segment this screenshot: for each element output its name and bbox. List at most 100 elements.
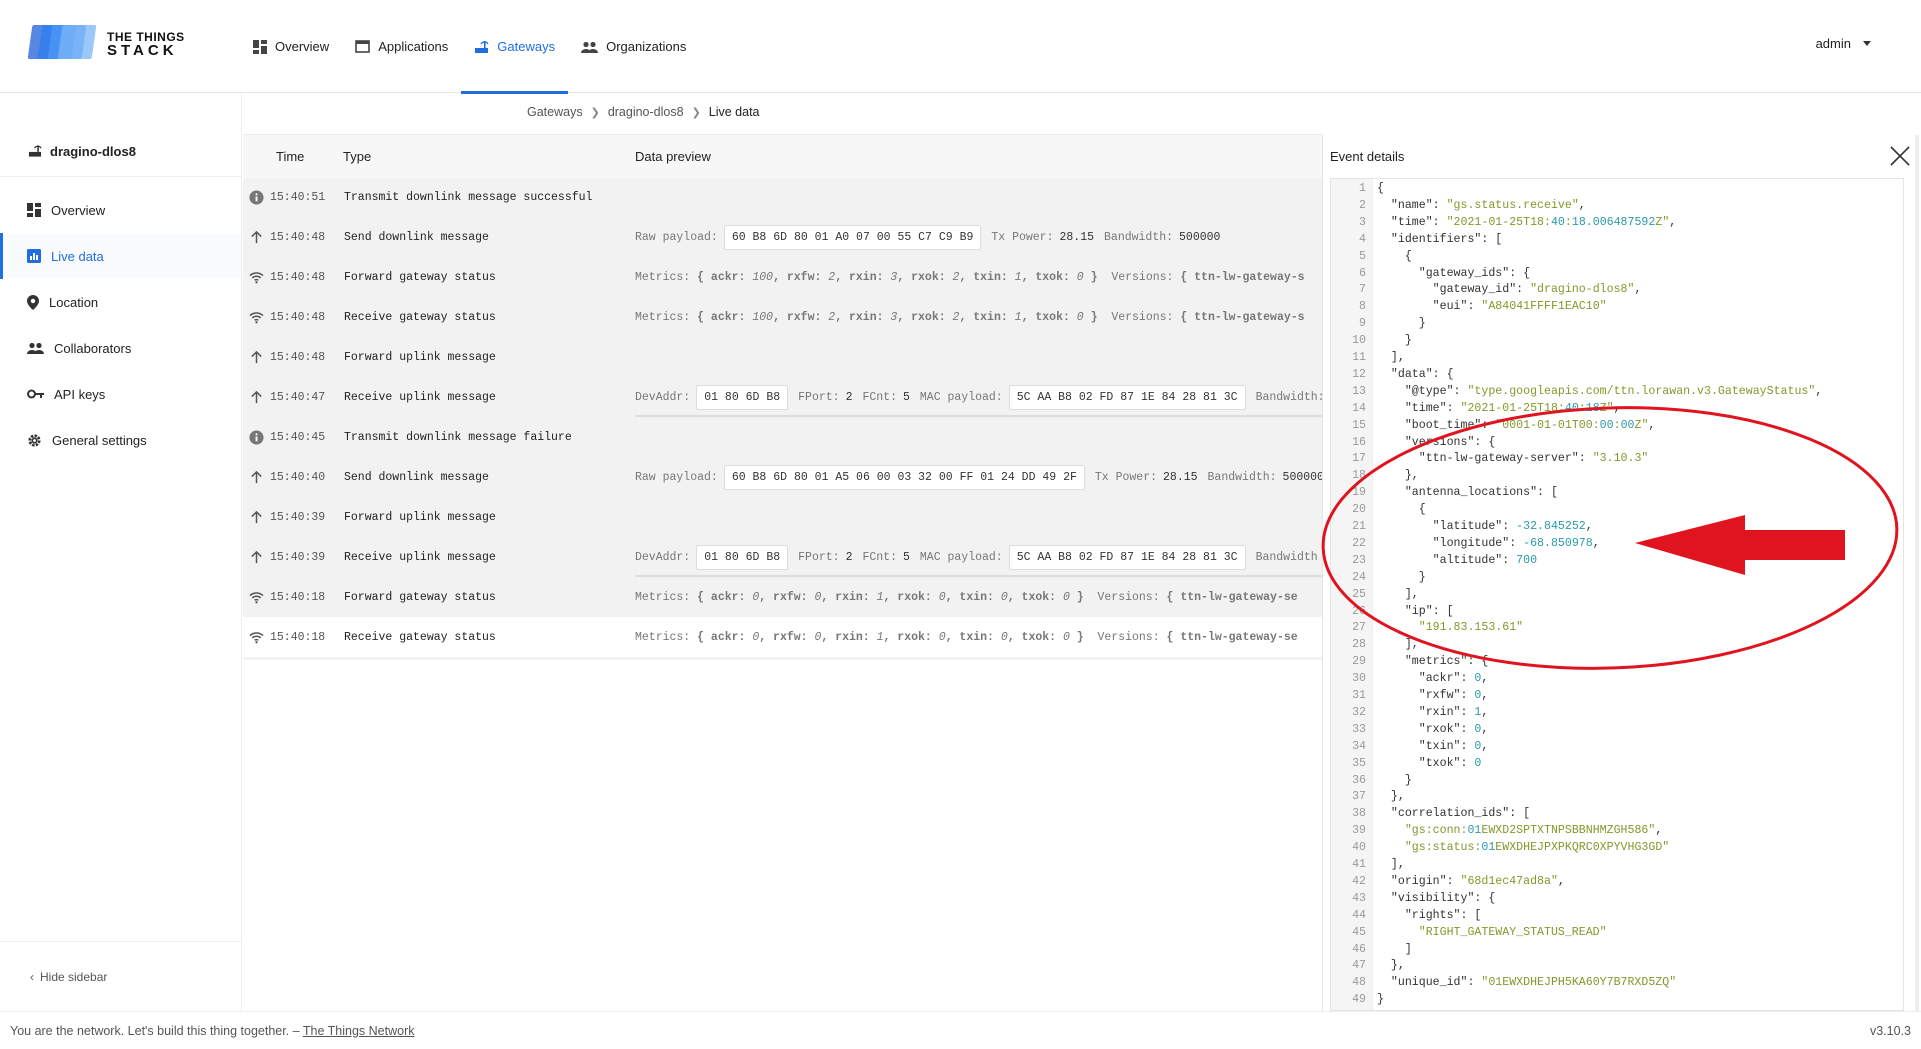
metric-rxfw: 0 xyxy=(814,591,822,604)
sidebar-item-overview[interactable]: Overview xyxy=(0,187,241,233)
row-type: Send downlink message xyxy=(344,231,489,244)
code-line: ], xyxy=(1377,351,1405,364)
code-line: "altitude": 700 xyxy=(1432,553,1538,567)
raw-payload-value: 60 B8 6D 80 01 A0 07 00 55 C7 C9 B9 xyxy=(723,225,982,250)
metric-ackr: 100 xyxy=(752,311,774,324)
line-number: 4 xyxy=(1359,232,1366,246)
line-number: 48 xyxy=(1352,976,1366,990)
hide-sidebar-label: Hide sidebar xyxy=(40,969,108,984)
chart-icon xyxy=(27,249,41,263)
row-time: 15:40:48 xyxy=(270,231,326,244)
sidebar-item-live-data[interactable]: Live data xyxy=(0,233,241,279)
metric-txin: 0 xyxy=(1000,631,1008,644)
row-time: 15:40:39 xyxy=(270,551,326,564)
chevron-left-icon: ‹ xyxy=(30,969,34,984)
close-icon[interactable] xyxy=(1889,145,1911,167)
bandwidth-label: Bandwidth xyxy=(1255,551,1318,564)
code-line: "correlation_ids": [ xyxy=(1390,807,1531,821)
row-time: 15:40:48 xyxy=(270,271,326,284)
row-type: Forward gateway status xyxy=(344,591,496,604)
versions-value: { ttn-lw-gateway-se xyxy=(1166,591,1298,604)
line-number: 7 xyxy=(1359,283,1366,297)
code-line: "ip": [ xyxy=(1404,604,1454,618)
the-things-stack-logo[interactable]: THE THINGS STACK xyxy=(27,25,185,63)
table-row[interactable]: 15:40:47 Receive uplink message DevAddr:… xyxy=(243,377,1322,417)
page-scrollbar[interactable] xyxy=(1915,135,1919,1011)
line-number: 17 xyxy=(1352,452,1366,466)
table-row[interactable]: 15:40:48 Forward uplink message xyxy=(243,337,1322,377)
devaddr-value: 01 80 6D B8 xyxy=(696,385,789,410)
devaddr-label: DevAddr: xyxy=(635,391,691,404)
table-row[interactable]: 15:40:39 Forward uplink message xyxy=(243,497,1322,537)
line-number: 22 xyxy=(1352,536,1366,550)
sidebar-item-collaborators[interactable]: Collaborators xyxy=(0,325,241,371)
column-header-type[interactable]: Type xyxy=(343,149,371,164)
code-line: "identifiers": [ xyxy=(1390,232,1503,246)
metric-rxfw: 2 xyxy=(828,311,836,324)
mac-payload-label: MAC payload: xyxy=(919,391,1003,404)
tx-power-label: Tx Power: xyxy=(991,231,1054,244)
metric-ackr: 0 xyxy=(752,591,760,604)
line-number: 30 xyxy=(1352,672,1366,686)
sidebar-item-label: Overview xyxy=(51,202,106,218)
metric-ackr: 0 xyxy=(752,631,760,644)
tx-power-value: 28.15 xyxy=(1059,231,1095,244)
versions-value: { ttn-lw-gateway-s xyxy=(1180,271,1305,284)
line-number: 34 xyxy=(1352,739,1366,753)
line-number: 12 xyxy=(1352,367,1366,381)
column-header-time[interactable]: Time xyxy=(276,149,304,164)
chevron-right-icon: ❯ xyxy=(691,106,701,119)
footer-link[interactable]: The Things Network xyxy=(303,1024,415,1038)
nav-overview-label: Overview xyxy=(275,39,330,54)
row-time: 15:40:40 xyxy=(270,471,326,484)
raw-payload-label: Raw payload: xyxy=(635,231,718,244)
versions-label: Versions: xyxy=(1111,311,1174,324)
user-menu[interactable]: admin xyxy=(1816,36,1871,51)
row-time: 15:40:18 xyxy=(270,591,326,604)
nav-gateways-label: Gateways xyxy=(497,39,556,54)
fport-label: FPort: xyxy=(798,551,840,564)
table-row-selected[interactable]: 15:40:18 Receive gateway status Metrics:… xyxy=(243,617,1322,657)
nav-organizations[interactable]: Organizations xyxy=(568,0,699,93)
metric-txok: 0 xyxy=(1076,311,1084,324)
code-line: "rights": [ xyxy=(1404,908,1482,922)
sidebar-item-api-keys[interactable]: API keys xyxy=(0,371,241,417)
breadcrumb-gateways[interactable]: Gateways xyxy=(527,105,583,119)
code-line: } xyxy=(1377,570,1426,584)
sidebar-item-location[interactable]: Location xyxy=(0,279,241,325)
nav-gateways[interactable]: Gateways xyxy=(461,0,568,94)
code-line: "boot_time": "0001-01-01T00:00:00Z", xyxy=(1404,418,1656,432)
sidebar-item-general-settings[interactable]: General settings xyxy=(0,417,241,463)
row-preview: Raw payload: 60 B8 6D 80 01 A5 06 00 03 … xyxy=(635,465,1322,490)
table-row[interactable]: 15:40:48 Send downlink message Raw paylo… xyxy=(243,217,1322,257)
code-line: "txin": 0, xyxy=(1418,739,1489,753)
breadcrumb-gateway[interactable]: dragino-dlos8 xyxy=(608,105,684,119)
code-line: "data": { xyxy=(1390,367,1454,381)
metric-txok: 0 xyxy=(1062,591,1070,604)
table-row[interactable]: 15:40:39 Receive uplink message DevAddr:… xyxy=(243,537,1322,577)
table-row[interactable]: 15:40:18 Forward gateway status Metrics:… xyxy=(243,577,1322,617)
table-row[interactable]: 15:40:45 Transmit downlink message failu… xyxy=(243,417,1322,457)
line-number: 10 xyxy=(1352,334,1366,348)
metric-rxok: 2 xyxy=(952,271,960,284)
table-row[interactable]: 15:40:48 Forward gateway status Metrics:… xyxy=(243,257,1322,297)
column-header-data-preview[interactable]: Data preview xyxy=(635,149,711,164)
table-row[interactable]: 15:40:48 Receive gateway status Metrics:… xyxy=(243,297,1322,337)
event-json-viewer[interactable]: 1 {2 "name": "gs.status.receive", 3 "time"… xyxy=(1330,178,1904,1011)
table-row[interactable]: 15:40:51 Transmit downlink message succe… xyxy=(243,177,1322,217)
row-preview: DevAddr: 01 80 6D B8 FPort: 2 FCnt: 5 MA… xyxy=(635,545,1322,570)
nav-applications[interactable]: Applications xyxy=(342,0,461,93)
row-time: 15:40:48 xyxy=(270,351,326,364)
chevron-right-icon: ❯ xyxy=(590,106,600,119)
people-icon xyxy=(27,342,44,354)
hide-sidebar-button[interactable]: ‹ Hide sidebar xyxy=(0,941,241,1011)
nav-overview[interactable]: Overview xyxy=(240,0,342,93)
metrics-label: Metrics: xyxy=(635,311,691,324)
bandwidth-value: 500000 xyxy=(1282,471,1322,484)
code-line: "metrics": { xyxy=(1404,655,1489,669)
event-details-title: Event details xyxy=(1330,149,1405,164)
table-row[interactable]: 15:40:40 Send downlink message Raw paylo… xyxy=(243,457,1322,497)
metric-txin: 0 xyxy=(1000,591,1008,604)
user-name: admin xyxy=(1815,36,1851,51)
line-number: 42 xyxy=(1352,874,1366,888)
